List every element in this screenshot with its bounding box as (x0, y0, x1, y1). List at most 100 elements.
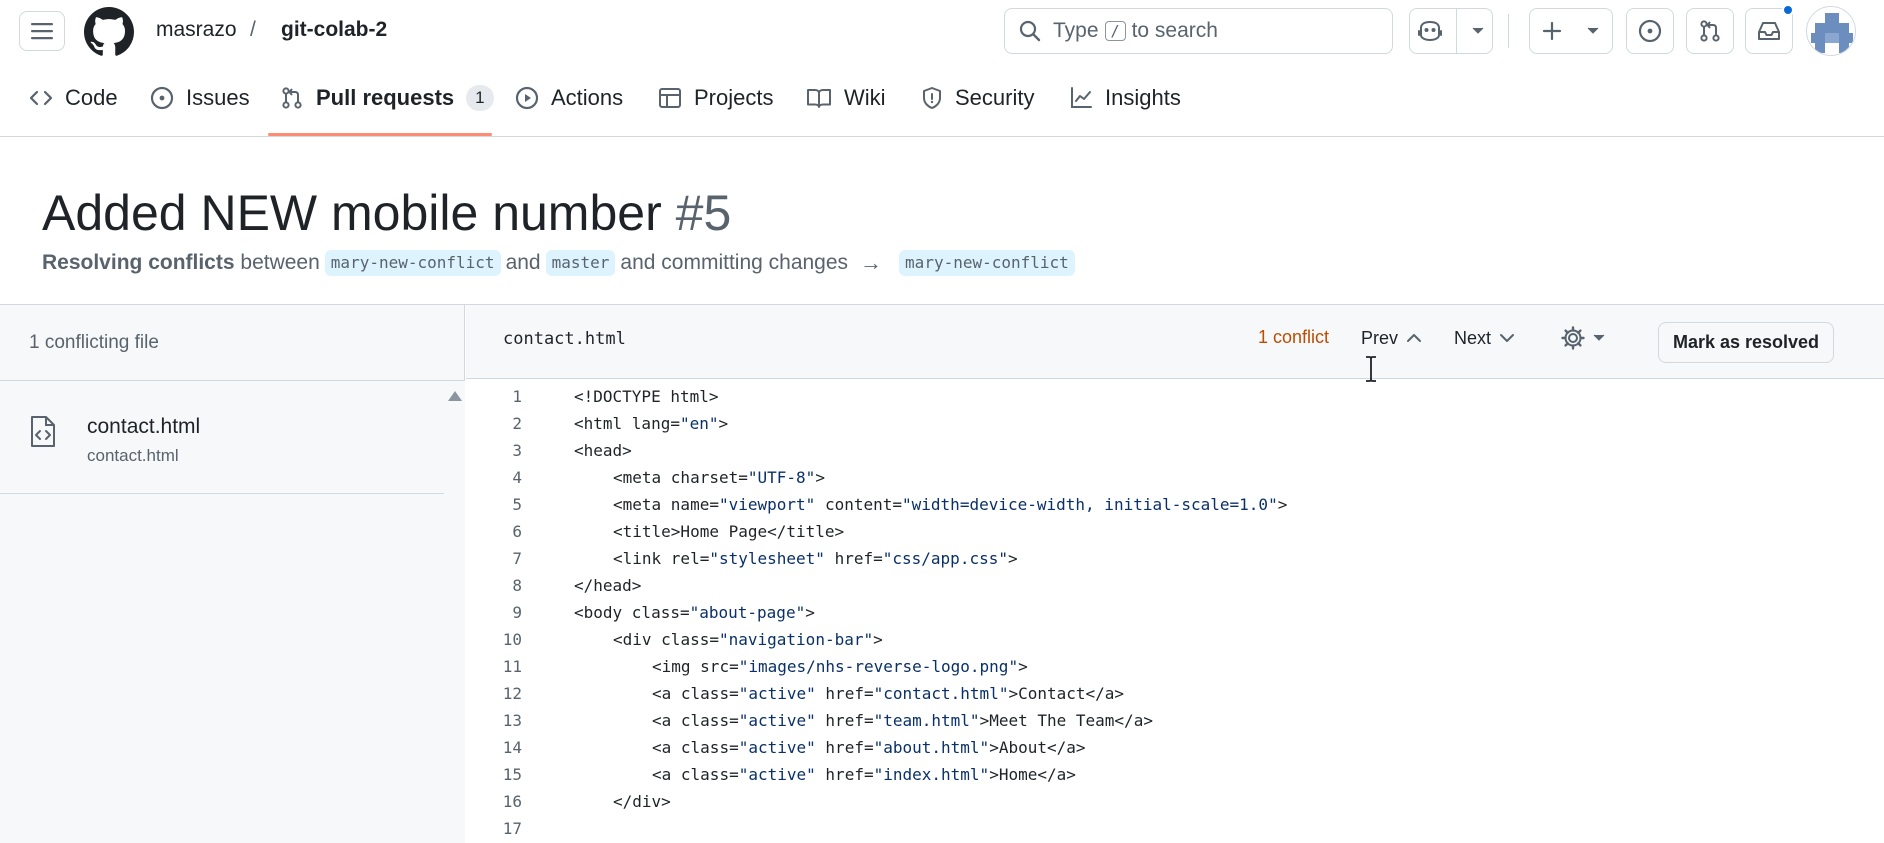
play-icon (515, 86, 539, 110)
tab-wiki[interactable]: Wiki (806, 78, 886, 118)
editor-settings-button[interactable] (1560, 325, 1606, 351)
code-token: "css/app.css" (882, 549, 1008, 568)
tab-insights[interactable]: Insights (1069, 78, 1181, 118)
line-number: 3 (512, 441, 522, 460)
code-text: </head> (574, 576, 641, 595)
chevron-down-icon (1587, 27, 1599, 34)
search-shortcut-key: / (1104, 21, 1126, 41)
code-token: class (661, 630, 710, 649)
code-text: <a class="active" href="contact.html">Co… (652, 684, 1124, 703)
code-token: "viewport" (718, 495, 816, 514)
graph-icon (1071, 87, 1092, 108)
breadcrumb-owner[interactable]: masrazo (156, 15, 237, 45)
line-number: 6 (512, 522, 522, 541)
breadcrumb-repo[interactable]: git-colab-2 (281, 15, 387, 45)
code-token: > (1018, 657, 1028, 676)
code-token: "UTF-8" (747, 468, 816, 487)
code-line: 16 </div> (466, 788, 1884, 815)
code-token: <img (652, 657, 701, 676)
code-token: href (825, 711, 864, 730)
mark-as-resolved-button[interactable]: Mark as resolved (1658, 322, 1834, 363)
breadcrumb-separator: / (250, 18, 256, 41)
code-token: <title>Home Page</title> (613, 522, 845, 541)
code-token: <a (652, 684, 681, 703)
code-token: <a (652, 765, 681, 784)
search-icon (1019, 20, 1041, 42)
page-title: Added NEW mobile number #5 (42, 184, 731, 242)
code-token: = (679, 603, 690, 622)
search-placeholder-suffix: to search (1131, 19, 1218, 42)
conflict-file-sidebar: 1 conflicting file contact.html contact.… (0, 305, 465, 843)
conflict-file-item[interactable]: contact.html contact.html (0, 381, 444, 494)
code-token: "index.html" (873, 765, 990, 784)
code-token: <a (652, 711, 681, 730)
code-token: "active" (738, 711, 816, 730)
code-token: <head> (574, 441, 632, 460)
tab-issues[interactable]: Issues (150, 78, 250, 118)
copilot-button[interactable] (1409, 8, 1493, 54)
conflicting-files-header: 1 conflicting file (0, 305, 465, 381)
code-line: 17 (466, 815, 1884, 842)
code-line: 11 <img src="images/nhs-reverse-logo.png"… (466, 653, 1884, 680)
code-line: 3 <head> (466, 437, 1884, 464)
gear-icon (1561, 326, 1585, 350)
text-cursor-icon (1366, 356, 1376, 382)
tab-projects[interactable]: Projects (658, 78, 773, 118)
code-token: = (699, 549, 710, 568)
code-token: > (805, 603, 815, 622)
tab-label: Issues (186, 85, 250, 110)
line-number: 17 (502, 819, 522, 838)
line-number: 16 (502, 792, 522, 811)
code-view[interactable]: 1 <!DOCTYPE html> 2 <html lang="en"> 3 <head>… (466, 379, 1884, 843)
tab-label: Security (955, 85, 1035, 110)
code-token: href (825, 765, 864, 784)
search-input[interactable]: Type / to search (1004, 8, 1393, 54)
head-branch-label[interactable]: mary-new-conflict (324, 250, 501, 276)
code-token: "active" (738, 765, 816, 784)
conflict-editor: contact.html 1 conflict Prev Next Mark a… (466, 305, 1884, 843)
avatar[interactable] (1806, 6, 1856, 56)
prev-conflict-button[interactable]: Prev (1361, 323, 1422, 353)
tab-label: Projects (694, 85, 774, 110)
sidebar-scrollbar[interactable] (444, 381, 465, 843)
code-token: class (680, 765, 730, 784)
conflict-file-name: contact.html (87, 415, 201, 438)
menu-button[interactable] (19, 11, 65, 51)
code-token: class (680, 711, 730, 730)
tab-code[interactable]: Code (29, 78, 118, 118)
github-logo-icon[interactable] (84, 7, 134, 57)
pull-requests-button[interactable] (1686, 8, 1734, 54)
target-branch-label[interactable]: mary-new-conflict (899, 250, 1075, 276)
chevron-down-icon (1500, 334, 1515, 342)
conflict-count: 1 conflict (1258, 327, 1330, 347)
code-icon (29, 90, 53, 106)
code-token: </div> (613, 792, 671, 811)
pr-title-text: Added NEW mobile number (42, 185, 662, 241)
issues-button[interactable] (1626, 8, 1674, 54)
tab-actions[interactable]: Actions (515, 78, 623, 118)
next-conflict-button[interactable]: Next (1454, 323, 1515, 353)
header-divider (1508, 14, 1509, 48)
code-token: href (825, 738, 864, 757)
code-token: = (863, 765, 874, 784)
base-branch-label[interactable]: master (545, 250, 616, 276)
code-token: >Contact</a> (1008, 684, 1125, 703)
tab-security[interactable]: Security (921, 78, 1034, 118)
code-text: </div> (613, 792, 671, 811)
code-text: <body class="about-page"> (574, 603, 815, 622)
code-token: = (729, 738, 739, 757)
scroll-up-arrow-icon[interactable] (448, 391, 462, 401)
line-number: 9 (512, 603, 522, 622)
tab-pull-requests[interactable]: Pull requests 1 (280, 78, 494, 118)
code-token: "active" (738, 738, 816, 757)
create-new-button[interactable] (1529, 8, 1613, 54)
code-text: <html lang="en"> (574, 414, 728, 433)
book-icon (807, 89, 831, 108)
code-token: > (1277, 495, 1288, 514)
code-text: <link rel="stylesheet" href="css/app.css… (613, 549, 1018, 568)
line-number: 5 (512, 495, 522, 514)
plus-icon (1542, 21, 1562, 41)
